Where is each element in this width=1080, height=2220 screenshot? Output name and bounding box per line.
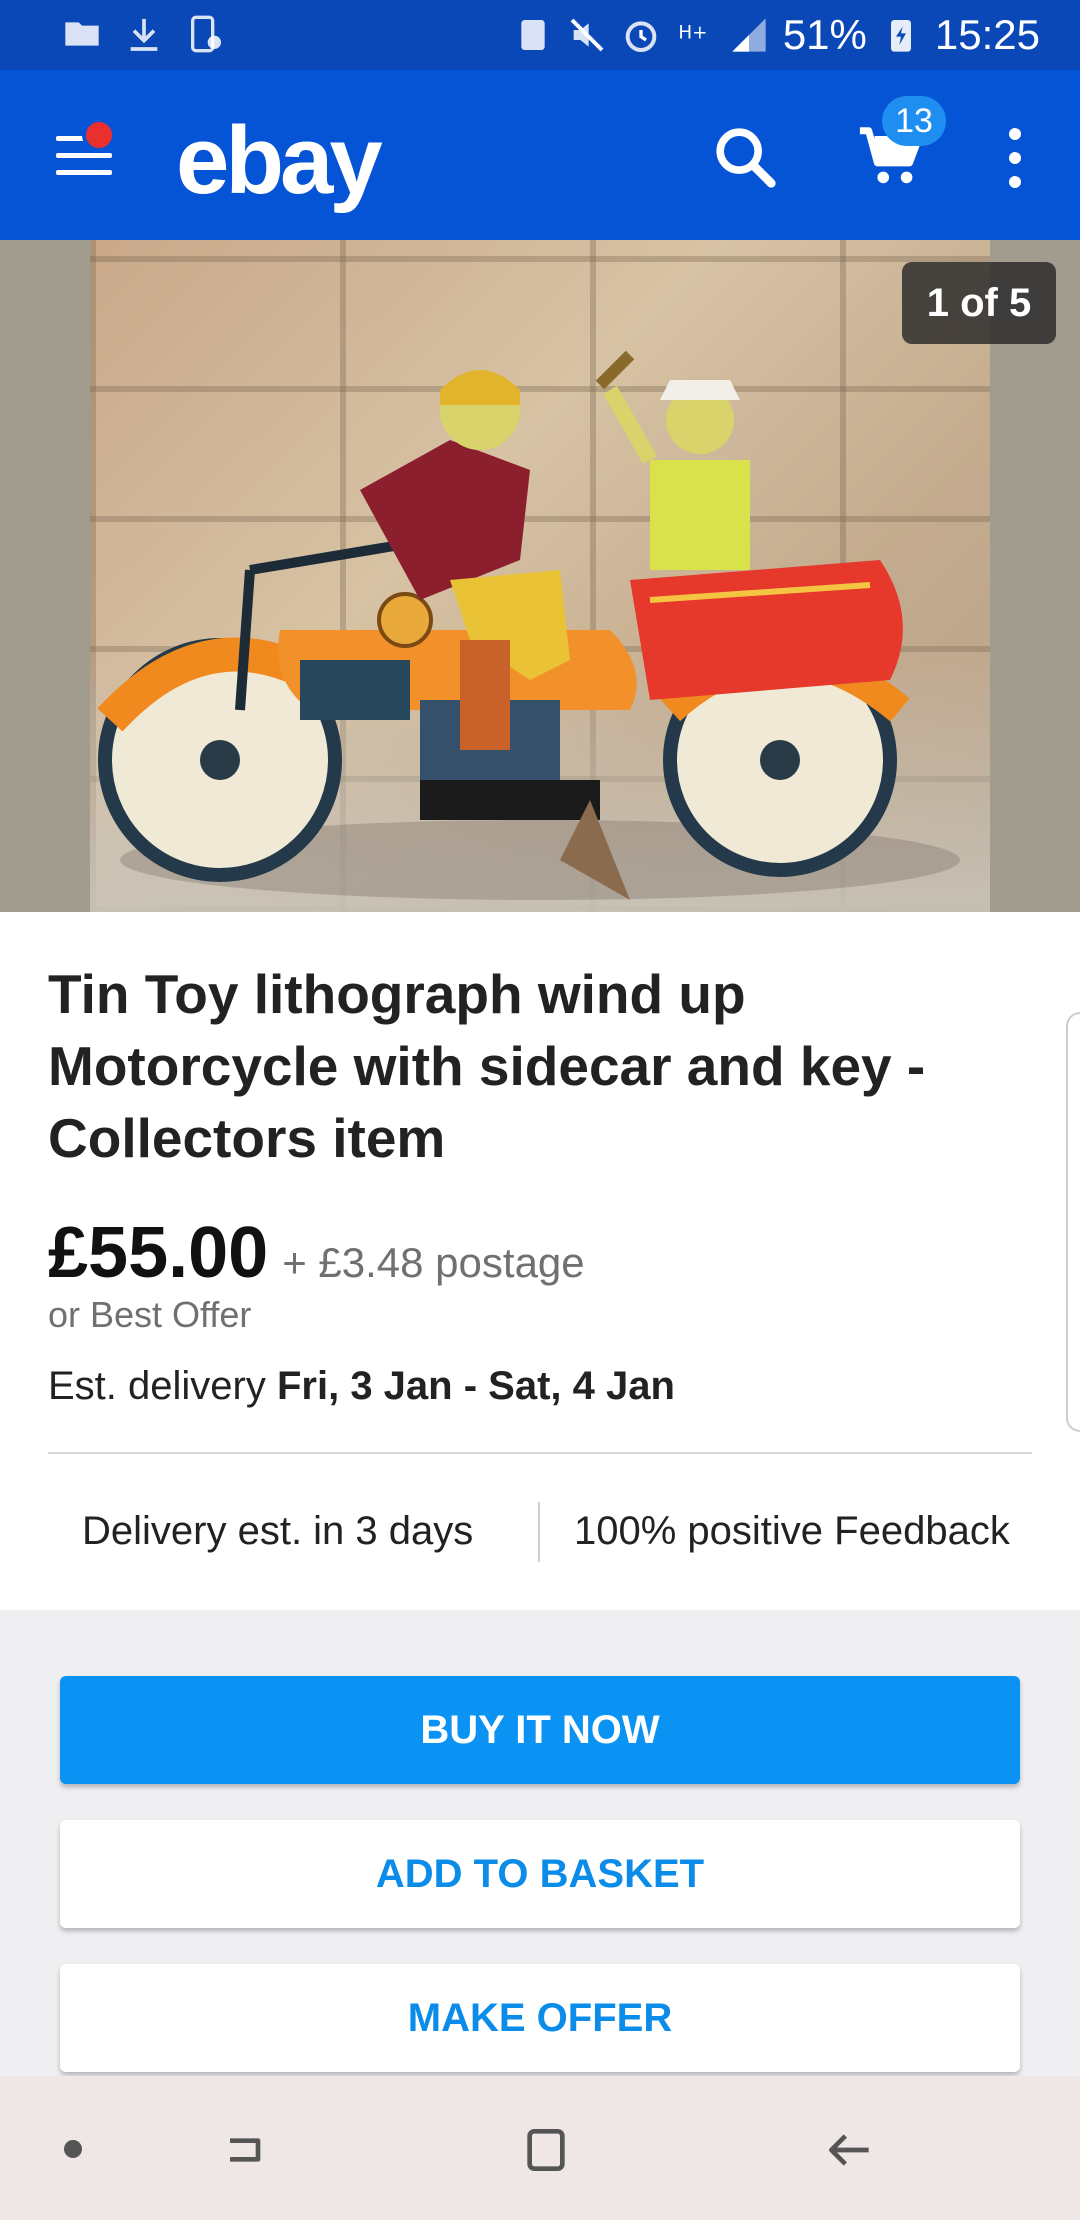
- feedback-stat: 100% positive Feedback: [574, 1509, 1010, 1553]
- product-photo[interactable]: [90, 240, 990, 912]
- app-bar: ebay 13: [0, 70, 1080, 240]
- screenshot-icon: [191, 15, 221, 53]
- estimated-delivery: Est. delivery Fri, 3 Jan - Sat, 4 Jan: [48, 1364, 675, 1409]
- postage-cost: + £3.48 postage: [282, 1239, 585, 1286]
- system-nav-bar: [0, 2076, 1080, 2220]
- image-gallery[interactable]: 1 of 5: [0, 240, 1080, 912]
- battery-icon: [890, 20, 911, 52]
- folder-icon: [65, 22, 99, 46]
- clock: 15:25: [934, 11, 1040, 58]
- motorcycle-toy-illustration: [97, 350, 960, 900]
- recent-apps-icon[interactable]: [214, 2122, 274, 2178]
- delivery-label: Est. delivery: [48, 1364, 266, 1408]
- mute-icon: [570, 18, 604, 52]
- stat-separator: [538, 1502, 540, 1562]
- delivery-estimate-stat: Delivery est. in 3 days: [82, 1509, 474, 1553]
- battery-percent: 51%: [782, 11, 867, 58]
- item-stats: Delivery est. in 3 days 100% positive Fe…: [0, 1452, 1080, 1610]
- make-offer-button[interactable]: MAKE OFFER: [60, 1964, 1020, 2072]
- photo-counter: 1 of 5: [902, 262, 1056, 344]
- ebay-logo[interactable]: ebay: [176, 106, 383, 216]
- item-details: Tin Toy lithograph wind up Motorcycle wi…: [0, 912, 1080, 1610]
- svg-text:H+: H+: [678, 22, 707, 43]
- add-to-basket-button[interactable]: ADD TO BASKET: [60, 1820, 1020, 1928]
- back-icon[interactable]: [820, 2122, 880, 2178]
- battery-saver-icon: [521, 20, 545, 50]
- more-vertical-icon[interactable]: [1000, 128, 1030, 188]
- download-icon: [130, 19, 158, 51]
- price-row: £55.00 + £3.48 postage: [48, 1212, 585, 1294]
- side-drawer-handle[interactable]: [1066, 1012, 1080, 1432]
- alarm-icon: [625, 21, 657, 53]
- buy-it-now-button[interactable]: BUY IT NOW: [60, 1676, 1020, 1784]
- home-icon[interactable]: [516, 2122, 576, 2178]
- cart-count-badge: 13: [882, 96, 946, 146]
- nav-indicator-dot: [64, 2140, 82, 2158]
- search-icon[interactable]: [710, 122, 780, 192]
- best-offer-note: or Best Offer: [48, 1294, 252, 1335]
- status-bar: H+ 51% 15:25: [0, 0, 1080, 70]
- item-title: Tin Toy lithograph wind up Motorcycle wi…: [48, 963, 926, 1169]
- item-price: £55.00: [48, 1213, 269, 1293]
- delivery-dates: Fri, 3 Jan - Sat, 4 Jan: [276, 1364, 675, 1408]
- signal-icon: [732, 18, 766, 52]
- notification-dot: [82, 118, 116, 152]
- network-icon: H+: [678, 22, 707, 43]
